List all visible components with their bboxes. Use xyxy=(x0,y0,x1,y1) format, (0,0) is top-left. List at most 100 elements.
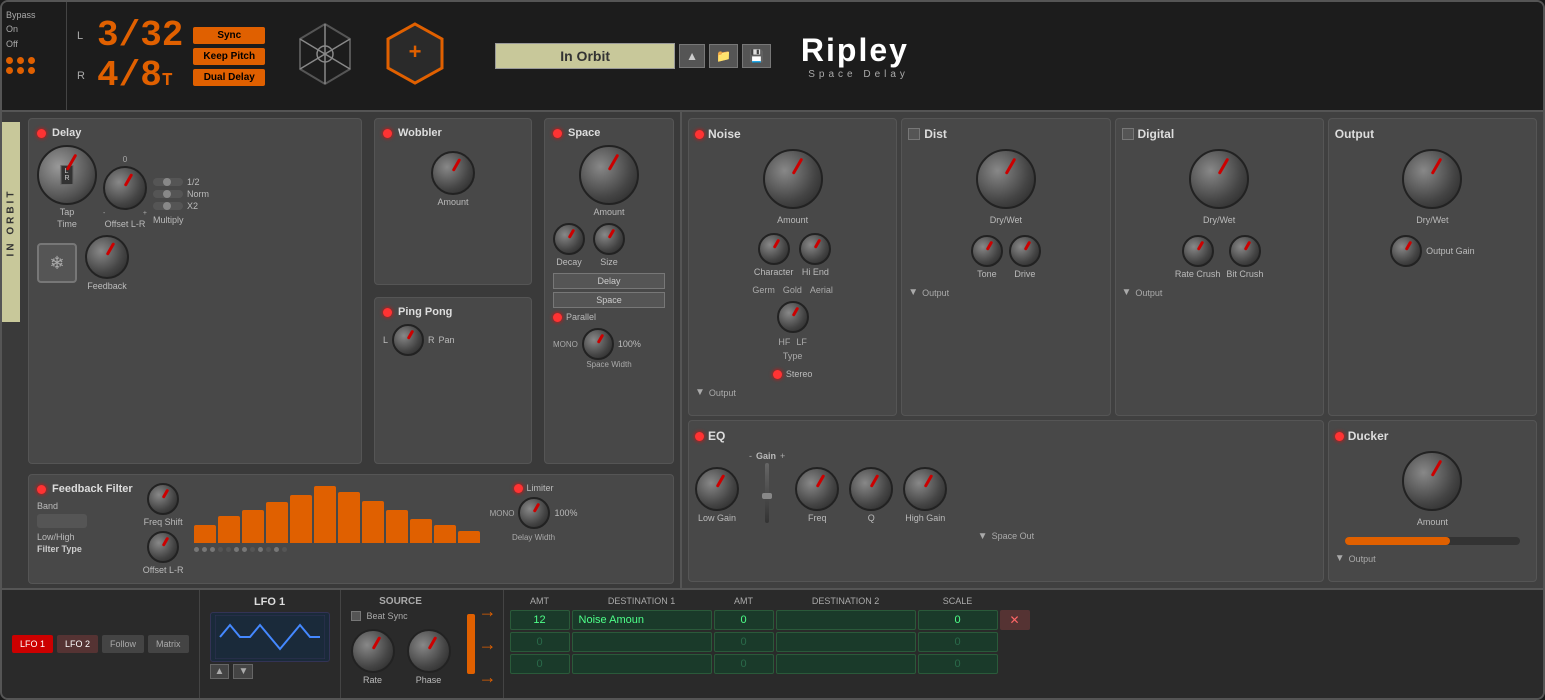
dest-amt1-2[interactable]: 0 xyxy=(510,632,570,652)
sync-button[interactable]: Sync xyxy=(193,27,265,44)
bar-8[interactable] xyxy=(362,501,384,543)
noise-stereo-led[interactable] xyxy=(773,370,782,379)
dist-output-chevron[interactable]: ▼ xyxy=(908,287,918,298)
keep-pitch-button[interactable]: Keep Pitch xyxy=(193,48,265,65)
rate-knob[interactable] xyxy=(351,629,395,673)
eq-led[interactable] xyxy=(695,432,704,441)
matrix-button[interactable]: Matrix xyxy=(148,635,189,653)
half-slider[interactable] xyxy=(153,178,183,186)
filter-slider[interactable] xyxy=(37,514,87,528)
space-route-btn[interactable]: Space xyxy=(553,292,665,308)
noise-amount-knob[interactable] xyxy=(763,149,823,209)
route-arrow-1[interactable]: → xyxy=(479,601,497,622)
lfo1-button[interactable]: LFO 1 xyxy=(12,635,53,653)
bar-12[interactable] xyxy=(458,531,480,543)
ff-led[interactable] xyxy=(37,485,46,494)
dest-name1-1[interactable]: Noise Amoun xyxy=(572,610,712,630)
freq-shift-knob[interactable] xyxy=(147,483,179,515)
output-gain-knob[interactable] xyxy=(1390,235,1422,267)
dest-name1-3[interactable] xyxy=(572,654,712,674)
output-drywet-knob[interactable] xyxy=(1402,149,1462,209)
dest-scale-2[interactable]: 0 xyxy=(918,632,998,652)
lfo-wave-up[interactable]: ▲ xyxy=(210,664,230,679)
preset-folder-button[interactable]: 📁 xyxy=(709,44,738,68)
ducker-output-chevron[interactable]: ▼ xyxy=(1335,553,1345,564)
dest-name2-3[interactable] xyxy=(776,654,916,674)
bar-9[interactable] xyxy=(386,510,408,543)
feedback-knob[interactable] xyxy=(85,235,129,279)
eq-q-knob[interactable] xyxy=(849,467,893,511)
dest-amt2-3[interactable]: 0 xyxy=(714,654,774,674)
parallel-led[interactable] xyxy=(553,313,562,322)
bar-5[interactable] xyxy=(290,495,312,543)
digital-ratecrush-knob[interactable] xyxy=(1182,235,1214,267)
wobbler-led[interactable] xyxy=(383,129,392,138)
noise-type-knob[interactable] xyxy=(777,301,809,333)
norm-slider[interactable] xyxy=(153,190,183,198)
space-width-knob[interactable] xyxy=(582,328,614,360)
delay-width-knob[interactable] xyxy=(518,497,550,529)
beat-sync-led[interactable] xyxy=(351,611,361,621)
digital-bitcrush-knob[interactable] xyxy=(1229,235,1261,267)
eq-gain-fader[interactable] xyxy=(765,463,769,523)
ducker-led[interactable] xyxy=(1335,432,1344,441)
hex-add-icon[interactable]: + xyxy=(385,21,445,91)
bypass-option-bypass[interactable]: Bypass xyxy=(6,8,62,22)
dest-scale-3[interactable]: 0 xyxy=(918,654,998,674)
bypass-option-off[interactable]: Off xyxy=(6,37,62,51)
digital-enable[interactable] xyxy=(1122,128,1134,140)
space-size-knob[interactable] xyxy=(593,223,625,255)
preset-up-button[interactable]: ▲ xyxy=(679,44,705,68)
bar-7[interactable] xyxy=(338,492,360,543)
follow-button[interactable]: Follow xyxy=(102,635,144,653)
space-decay-knob[interactable] xyxy=(553,223,585,255)
dest-scale-1[interactable]: 0 xyxy=(918,610,998,630)
digital-drywet-knob[interactable] xyxy=(1189,149,1249,209)
dist-enable[interactable] xyxy=(908,128,920,140)
ducker-fader[interactable] xyxy=(1345,537,1521,545)
bar-6[interactable] xyxy=(314,486,336,543)
bar-3[interactable] xyxy=(242,510,264,543)
bar-2[interactable] xyxy=(218,516,240,543)
route-arrow-3[interactable]: → xyxy=(479,667,497,688)
dist-drive-knob[interactable] xyxy=(1009,235,1041,267)
dest-amt2-2[interactable]: 0 xyxy=(714,632,774,652)
eq-lowgain-knob[interactable] xyxy=(695,467,739,511)
noise-hiend-knob[interactable] xyxy=(799,233,831,265)
space-led[interactable] xyxy=(553,129,562,138)
noise-output-chevron[interactable]: ▼ xyxy=(695,387,705,398)
bar-1[interactable] xyxy=(194,525,216,543)
x2-slider[interactable] xyxy=(153,202,183,210)
digital-output-chevron[interactable]: ▼ xyxy=(1122,287,1132,298)
preset-name[interactable]: In Orbit xyxy=(495,43,675,69)
delay-time-knob[interactable] xyxy=(103,166,147,210)
dist-tone-knob[interactable] xyxy=(971,235,1003,267)
wobbler-amount-knob[interactable] xyxy=(431,151,475,195)
ff-offset-lr-knob[interactable] xyxy=(147,531,179,563)
dest-name1-2[interactable] xyxy=(572,632,712,652)
noise-led[interactable] xyxy=(695,130,704,139)
time-value-right[interactable]: 4/8T xyxy=(97,58,173,94)
limiter-led[interactable] xyxy=(514,484,523,493)
pingpong-led[interactable] xyxy=(383,308,392,317)
delay-lr-knob[interactable]: LR xyxy=(37,145,97,205)
dist-drywet-knob[interactable] xyxy=(976,149,1036,209)
lfo-wave-display[interactable] xyxy=(210,612,330,662)
dual-delay-button[interactable]: Dual Delay xyxy=(193,69,265,86)
eq-highgain-knob[interactable] xyxy=(903,467,947,511)
delay-route-btn[interactable]: Delay xyxy=(553,273,665,289)
ducker-amount-knob[interactable] xyxy=(1402,451,1462,511)
bar-10[interactable] xyxy=(410,519,432,543)
delay-led[interactable] xyxy=(37,129,46,138)
eq-freq-knob[interactable] xyxy=(795,467,839,511)
freeze-button[interactable]: ❄ xyxy=(37,243,77,283)
eq-output-chevron[interactable]: ▼ xyxy=(978,531,988,542)
route-arrow-2[interactable]: → xyxy=(479,634,497,655)
time-value-left[interactable]: 3/32 xyxy=(97,18,183,54)
phase-knob[interactable] xyxy=(407,629,451,673)
dest-name2-1[interactable] xyxy=(776,610,916,630)
dest-name2-2[interactable] xyxy=(776,632,916,652)
bar-11[interactable] xyxy=(434,525,456,543)
bypass-option-on[interactable]: On xyxy=(6,22,62,36)
pingpong-pan-knob[interactable] xyxy=(392,324,424,356)
